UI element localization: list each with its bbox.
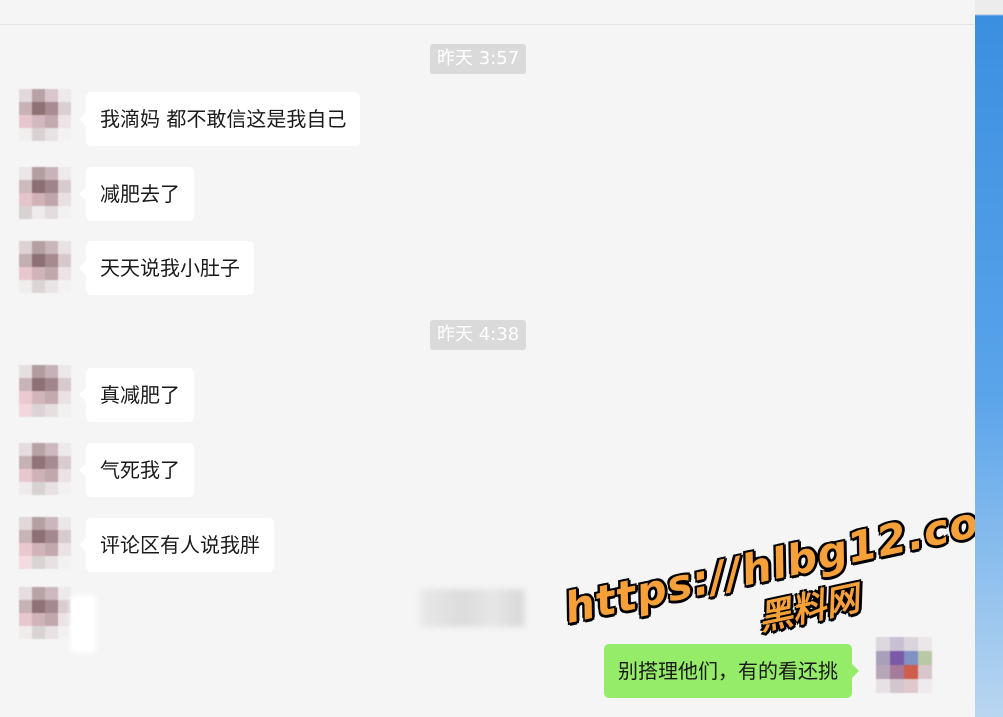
message-bubble[interactable]: 气死我了 [79,443,194,497]
contact-avatar[interactable] [19,365,71,417]
timestamp: 昨天 4:38 [430,320,527,350]
contact-avatar[interactable] [19,443,71,495]
watermark-url: https://hlbg12.com [560,487,975,633]
blurred-content [420,589,524,627]
desktop-edge [975,0,1003,717]
message-bubble[interactable]: 真减肥了 [79,368,194,422]
contact-avatar[interactable] [19,89,71,141]
contact-avatar[interactable] [19,241,71,293]
message-bubble[interactable]: 减肥去了 [79,167,194,221]
self-avatar[interactable] [876,637,932,693]
contact-avatar[interactable] [19,587,71,639]
contact-avatar[interactable] [19,167,71,219]
message-bubble[interactable]: 天天说我小肚子 [79,241,254,295]
message-bubble[interactable]: 评论区有人说我胖 [79,518,274,572]
chat-title-bar [0,0,975,25]
contact-avatar[interactable] [19,517,71,569]
chat-message-area[interactable]: 昨天 3:57 我滴妈 都不敢信这是我自己 减肥去了 天天说我小肚子 昨天 4:… [0,25,975,717]
message-bubble[interactable]: 我滴妈 都不敢信这是我自己 [78,92,361,146]
timestamp: 昨天 3:57 [430,44,527,74]
self-message-bubble[interactable]: 别搭理他们，有的看还挑 [604,644,859,698]
blurred-message-bubble [70,595,96,653]
